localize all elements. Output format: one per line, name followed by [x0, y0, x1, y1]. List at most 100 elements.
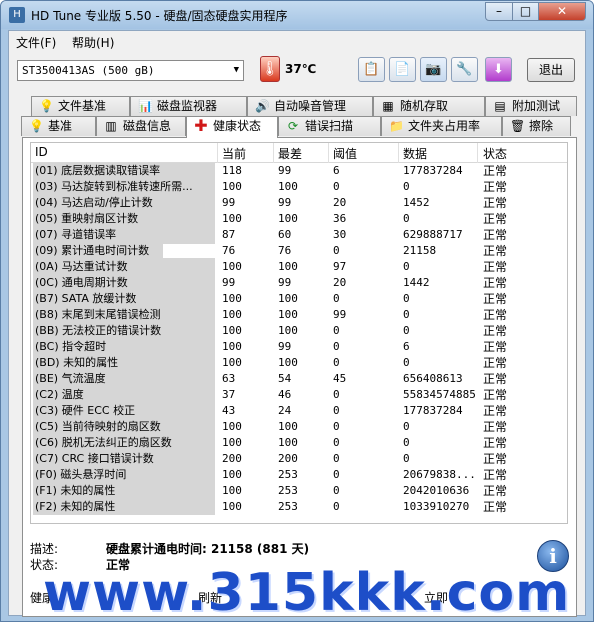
status-value: 正常 [483, 356, 508, 370]
worst-value: 100 [278, 292, 298, 305]
table-row[interactable]: (03) 马达旋转到标准转速所需... 100 100 0 0 正常 [31, 179, 567, 195]
data-value: 0 [403, 308, 410, 321]
col-worst[interactable]: 最差 [278, 145, 302, 162]
exit-button[interactable]: 退出 [527, 58, 575, 82]
hdtune-app-icon: H [9, 7, 25, 23]
table-row[interactable]: (F0) 磁头悬浮时间 100 253 0 20679838... 正常 [31, 467, 567, 483]
attribute-id: (BD) 未知的属性 [33, 355, 215, 371]
worst-value: 100 [278, 308, 298, 321]
worst-value: 100 [278, 420, 298, 433]
tab-random-access[interactable]: ▦ 随机存取 [373, 96, 485, 116]
tab-row-top: 💡 文件基准 📊 磁盘监视器 🔊 自动噪音管理 ▦ 随机存取 ▤ 附加测试 [27, 96, 577, 116]
col-status[interactable]: 状态 [483, 145, 507, 162]
selection-highlight [163, 244, 215, 258]
tab-folder-usage[interactable]: 📁 文件夹占用率 [381, 116, 502, 136]
tab-health[interactable]: ✚ 健康状态 [186, 116, 278, 138]
copy-all-button[interactable]: 📄 [389, 57, 416, 82]
status-value: 正常 [483, 452, 508, 466]
lightbulb-icon: 💡 [39, 99, 54, 113]
col-data[interactable]: 数据 [403, 145, 427, 162]
tab-file-benchmark[interactable]: 💡 文件基准 [31, 96, 130, 116]
options-button[interactable]: 🔧 [451, 57, 478, 82]
table-row[interactable]: (C6) 脱机无法纠正的扇区数 100 100 0 0 正常 [31, 435, 567, 451]
close-button[interactable]: ✕ [538, 2, 586, 21]
attribute-id: (B7) SATA 放缓计数 [33, 291, 215, 307]
current-value: 37 [222, 388, 236, 401]
grid-icon: ▦ [382, 99, 394, 113]
table-row[interactable]: (F1) 未知的属性 100 253 0 2042010636 正常 [31, 483, 567, 499]
current-value: 43 [222, 404, 236, 417]
status-value: 正常 [483, 276, 508, 290]
column-divider [328, 143, 329, 163]
table-row[interactable]: (F2) 未知的属性 100 253 0 1033910270 正常 [31, 499, 567, 515]
threshold-value: 0 [333, 356, 340, 369]
table-row[interactable]: (BC) 指令超时 100 99 0 6 正常 [31, 339, 567, 355]
threshold-value: 99 [333, 308, 347, 321]
drive-select[interactable]: ST3500413AS (500 gB) ▼ [17, 60, 244, 81]
table-row[interactable]: (09) 累计通电时间计数 76 76 0 21158 正常 [31, 243, 567, 259]
table-row[interactable]: (0A) 马达重试计数 100 100 97 0 正常 [31, 259, 567, 275]
table-row[interactable]: (04) 马达启动/停止计数 99 99 20 1452 正常 [31, 195, 567, 211]
tab-disk-monitor[interactable]: 📊 磁盘监视器 [130, 96, 247, 116]
current-value: 100 [222, 436, 242, 449]
table-row[interactable]: (B7) SATA 放缓计数 100 100 0 0 正常 [31, 291, 567, 307]
title-bar[interactable]: H HD Tune 专业版 5.50 - 硬盘/固态硬盘实用程序 – □ ✕ [1, 1, 593, 29]
data-value: 177837284 [403, 404, 463, 417]
attribute-id: (B8) 末尾到末尾错误检测 [33, 307, 215, 323]
current-value: 100 [222, 484, 242, 497]
attribute-id: (04) 马达启动/停止计数 [33, 195, 215, 211]
table-row[interactable]: (B8) 末尾到末尾错误检测 100 100 99 0 正常 [31, 307, 567, 323]
window-title: HD Tune 专业版 5.50 - 硬盘/固态硬盘实用程序 [31, 9, 288, 23]
table-row[interactable]: (05) 重映射扇区计数 100 100 36 0 正常 [31, 211, 567, 227]
smart-table[interactable]: ID 当前 最差 阈值 数据 状态 (01) 底层数据读取错误率 118 99 6 17… [30, 142, 568, 524]
current-value: 76 [222, 244, 236, 257]
col-current[interactable]: 当前 [222, 145, 246, 162]
tab-disk-info[interactable]: ▥ 磁盘信息 [96, 116, 186, 136]
status-value: 正常 [483, 436, 508, 450]
temperature-readout: 37℃ [285, 62, 317, 76]
status-value: 正常 [483, 500, 508, 514]
table-row[interactable]: (0C) 通电周期计数 99 99 20 1442 正常 [31, 275, 567, 291]
threshold-value: 36 [333, 212, 347, 225]
current-value: 99 [222, 276, 236, 289]
tab-aam[interactable]: 🔊 自动噪音管理 [247, 96, 373, 116]
current-value: 63 [222, 372, 236, 385]
data-value: 177837284 [403, 164, 463, 177]
tab-extra-tests[interactable]: ▤ 附加测试 [485, 96, 577, 116]
tab-erase[interactable]: 🗑 擦除 [502, 116, 571, 136]
status-value: 正常 [483, 324, 508, 338]
tab-benchmark[interactable]: 💡 基准 [21, 116, 96, 136]
attribute-id: (C2) 温度 [33, 387, 215, 403]
table-row[interactable]: (C5) 当前待映射的扇区数 100 100 0 0 正常 [31, 419, 567, 435]
menu-help[interactable]: 帮助(H) [72, 34, 114, 51]
data-value: 55834574885 [403, 388, 476, 401]
table-row[interactable]: (BD) 未知的属性 100 100 0 0 正常 [31, 355, 567, 371]
table-row[interactable]: (C7) CRC 接口错误计数 200 200 0 0 正常 [31, 451, 567, 467]
attribute-id: (01) 底层数据读取错误率 [33, 163, 215, 179]
table-row[interactable]: (BE) 气流温度 63 54 45 656408613 正常 [31, 371, 567, 387]
table-row[interactable]: (01) 底层数据读取错误率 118 99 6 177837284 正常 [31, 163, 567, 179]
tab-error-scan[interactable]: ⟳ 错误扫描 [278, 116, 381, 136]
save-button[interactable]: ⬇ [485, 57, 512, 82]
data-value: 20679838... [403, 468, 476, 481]
table-row[interactable]: (C3) 硬件 ECC 校正 43 24 0 177837284 正常 [31, 403, 567, 419]
col-threshold[interactable]: 阈值 [333, 145, 357, 162]
screenshot-button[interactable]: 📷 [420, 57, 447, 82]
attribute-id: (05) 重映射扇区计数 [33, 211, 215, 227]
minimize-button[interactable]: – [485, 2, 513, 21]
current-value: 100 [222, 324, 242, 337]
col-id[interactable]: ID [35, 145, 48, 159]
current-value: 200 [222, 452, 242, 465]
attribute-id: (BB) 无法校正的错误计数 [33, 323, 215, 339]
data-value: 1033910270 [403, 500, 470, 513]
table-row[interactable]: (07) 寻道错误率 87 60 30 629888717 正常 [31, 227, 567, 243]
table-row[interactable]: (BB) 无法校正的错误计数 100 100 0 0 正常 [31, 323, 567, 339]
table-row[interactable]: (C2) 温度 37 46 0 55834574885 正常 [31, 387, 567, 403]
column-divider [477, 143, 478, 163]
watermark: www.315kkk.com [43, 563, 571, 622]
copy-text-button[interactable]: 📋 [358, 57, 385, 82]
worst-value: 76 [278, 244, 292, 257]
maximize-button[interactable]: □ [512, 2, 539, 21]
menu-file[interactable]: 文件(F) [16, 34, 56, 51]
worst-value: 100 [278, 260, 298, 273]
